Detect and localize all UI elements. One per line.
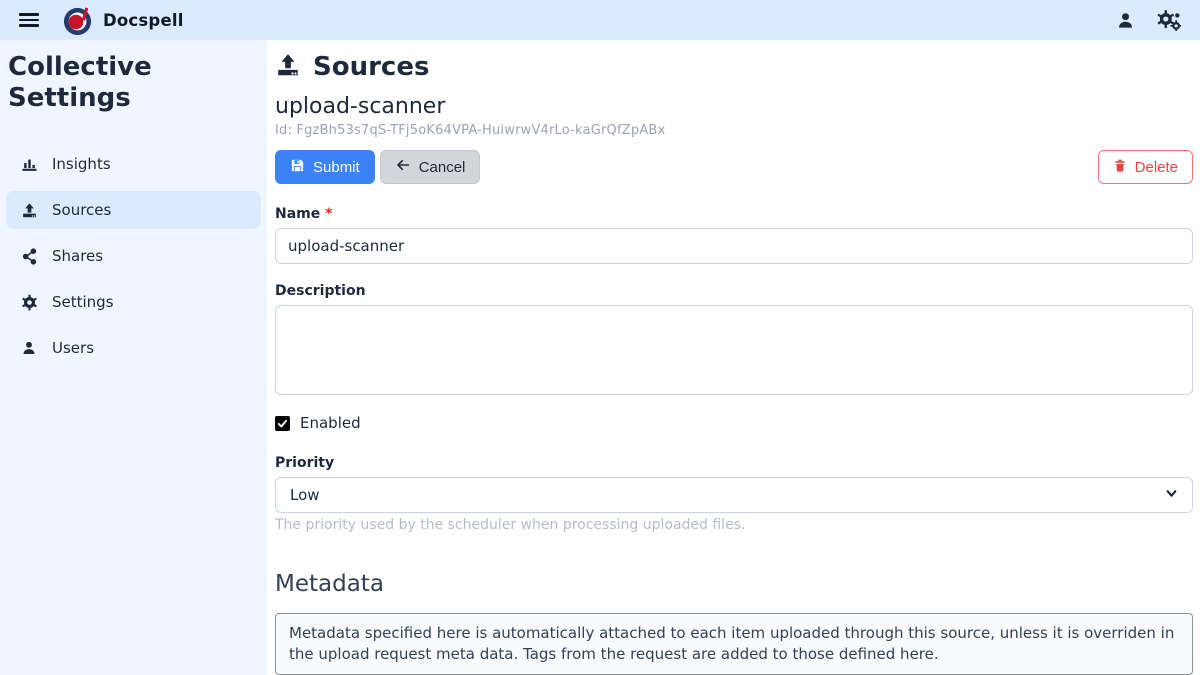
- name-input[interactable]: [275, 228, 1193, 264]
- upload-icon: [275, 52, 301, 82]
- page-title: Sources: [313, 52, 429, 82]
- sidebar-item-label: Settings: [52, 293, 114, 311]
- sidebar: Collective Settings Insights: [0, 40, 267, 675]
- docspell-logo-icon: [62, 5, 93, 36]
- submit-button-label: Submit: [313, 159, 360, 176]
- metadata-heading: Metadata: [275, 571, 1193, 597]
- upload-icon: [20, 202, 38, 219]
- share-nodes-icon: [20, 248, 38, 265]
- check-icon: [277, 418, 288, 429]
- toolbar: Submit Cancel: [275, 150, 1193, 184]
- priority-selected-value: Low: [290, 486, 320, 504]
- source-id-text: Id: FgzBh53s7qS-TFj5oK64VPA-HuiwrwV4rLo-…: [275, 123, 1193, 138]
- source-name-heading: upload-scanner: [275, 94, 1193, 119]
- page-header: Sources: [275, 52, 1193, 82]
- sidebar-item-shares[interactable]: Shares: [6, 237, 261, 275]
- bar-chart-icon: [20, 156, 38, 173]
- sidebar-item-label: Shares: [52, 247, 103, 265]
- main-content: Sources upload-scanner Id: FgzBh53s7qS-T…: [267, 40, 1200, 675]
- sidebar-nav: Insights Sources: [6, 145, 261, 367]
- sidebar-title: Collective Settings: [6, 52, 261, 113]
- sidebar-item-users[interactable]: Users: [6, 329, 261, 367]
- delete-button-label: Delete: [1135, 159, 1178, 176]
- sidebar-item-sources[interactable]: Sources: [6, 191, 261, 229]
- topbar: Docspell: [0, 0, 1200, 40]
- enabled-label: Enabled: [300, 414, 361, 432]
- description-textarea[interactable]: [275, 305, 1193, 395]
- priority-select[interactable]: Low: [275, 477, 1193, 513]
- enabled-checkbox-row[interactable]: Enabled: [275, 414, 1193, 432]
- chevron-down-icon: [1165, 486, 1178, 504]
- sidebar-item-settings[interactable]: Settings: [6, 283, 261, 321]
- hamburger-menu-icon[interactable]: [10, 4, 48, 36]
- save-icon: [290, 158, 305, 177]
- sidebar-item-label: Users: [52, 339, 94, 357]
- sidebar-item-insights[interactable]: Insights: [6, 145, 261, 183]
- enabled-checkbox[interactable]: [275, 416, 290, 431]
- required-marker: *: [325, 206, 332, 222]
- metadata-info-box: Metadata specified here is automatically…: [275, 613, 1193, 675]
- name-label: Name *: [275, 206, 332, 222]
- delete-button[interactable]: Delete: [1098, 150, 1193, 184]
- user-icon: [20, 340, 38, 356]
- gears-icon[interactable]: [1154, 5, 1184, 35]
- sidebar-item-label: Insights: [52, 155, 111, 173]
- arrow-left-icon: [395, 157, 411, 177]
- gear-icon: [20, 294, 38, 311]
- priority-help-text: The priority used by the scheduler when …: [275, 517, 1193, 533]
- description-label: Description: [275, 283, 366, 299]
- submit-button[interactable]: Submit: [275, 150, 375, 184]
- app-title: Docspell: [103, 11, 184, 30]
- cancel-button-label: Cancel: [419, 159, 466, 176]
- sidebar-item-label: Sources: [52, 201, 111, 219]
- priority-label: Priority: [275, 455, 334, 471]
- cancel-button[interactable]: Cancel: [380, 150, 481, 184]
- trash-icon: [1113, 158, 1127, 177]
- user-icon[interactable]: [1110, 5, 1140, 35]
